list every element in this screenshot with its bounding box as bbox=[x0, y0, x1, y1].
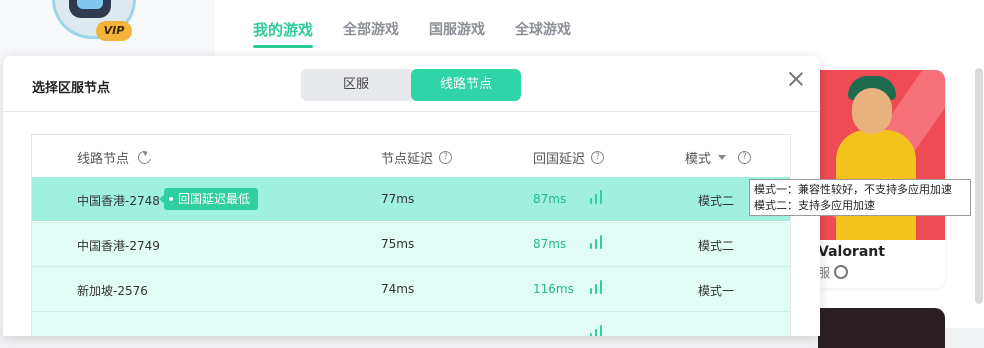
tab-cn-games[interactable]: 国服游戏 bbox=[429, 19, 485, 48]
col-node-label: 线路节点 bbox=[77, 152, 130, 167]
help-icon[interactable]: ? bbox=[439, 151, 453, 164]
col-return-latency: 回国延迟 ? bbox=[533, 148, 605, 167]
col-node-latency-label: 节点延迟 bbox=[381, 152, 434, 167]
table-row[interactable]: 新加坡-2576 74ms 116ms 模式一 bbox=[32, 267, 790, 311]
divider bbox=[3, 111, 820, 112]
close-icon[interactable] bbox=[786, 69, 806, 89]
mode: 模式二 bbox=[698, 194, 735, 208]
segment-route-node[interactable]: 线路节点 bbox=[411, 69, 521, 101]
segment-control: 区服 线路节点 bbox=[301, 69, 521, 101]
node-table: 线路节点 节点延迟 ? 回国延迟 ? 模式 ? 中国香港-2748 回国延迟最低… bbox=[31, 134, 791, 336]
game-card-next[interactable] bbox=[818, 308, 945, 348]
caret-down-icon[interactable] bbox=[718, 155, 727, 160]
tooltip-line-2: 模式二：支持多应用加速 bbox=[754, 199, 875, 212]
signal-icon bbox=[590, 190, 604, 204]
table-header: 线路节点 节点延迟 ? 回国延迟 ? 模式 ? bbox=[32, 135, 790, 177]
table-row[interactable]: 中国香港-2748 回国延迟最低 77ms 87ms 模式二 bbox=[32, 177, 790, 221]
return-latency: 87ms bbox=[533, 192, 567, 206]
col-node-latency: 节点延迟 ? bbox=[381, 148, 453, 167]
help-icon[interactable]: ? bbox=[738, 151, 752, 164]
gear-icon[interactable] bbox=[834, 265, 849, 279]
node-name: 中国香港-2748 bbox=[77, 194, 160, 208]
col-return-latency-label: 回国延迟 bbox=[533, 152, 586, 167]
game-region: 服 bbox=[818, 264, 849, 281]
col-node: 线路节点 bbox=[77, 148, 154, 167]
dialog-title: 选择区服节点 bbox=[32, 81, 111, 96]
lowest-latency-badge: 回国延迟最低 bbox=[158, 188, 259, 210]
robot-face-icon bbox=[69, 0, 111, 18]
mode: 模式二 bbox=[698, 239, 735, 253]
col-mode: 模式 ? bbox=[685, 148, 752, 167]
table-row[interactable] bbox=[32, 312, 790, 336]
scrollbar[interactable] bbox=[975, 68, 983, 304]
segment-server[interactable]: 区服 bbox=[301, 69, 411, 101]
node-name: 中国香港-2749 bbox=[77, 239, 160, 253]
signal-icon bbox=[590, 280, 604, 294]
col-mode-label: 模式 bbox=[685, 152, 712, 167]
return-latency: 87ms bbox=[533, 237, 567, 251]
game-tabs: 我的游戏 全部游戏 国服游戏 全球游戏 bbox=[253, 19, 601, 48]
signal-icon bbox=[590, 235, 604, 249]
return-latency: 116ms bbox=[533, 282, 574, 296]
select-node-dialog: 选择区服节点 区服 线路节点 线路节点 节点延迟 ? 回国延迟 ? 模式 ? 中… bbox=[3, 56, 820, 336]
refresh-icon[interactable] bbox=[135, 148, 154, 167]
mode: 模式一 bbox=[698, 284, 735, 298]
vip-badge: VIP bbox=[96, 21, 132, 41]
help-icon[interactable]: ? bbox=[591, 151, 605, 164]
node-latency: 74ms bbox=[381, 282, 415, 296]
tooltip-line-1: 模式一：兼容性较好，不支持多应用加速 bbox=[754, 183, 952, 196]
table-row[interactable]: 中国香港-2749 75ms 87ms 模式二 bbox=[32, 222, 790, 266]
signal-icon bbox=[590, 325, 604, 336]
game-title: Valorant bbox=[818, 244, 885, 260]
tab-all-games[interactable]: 全部游戏 bbox=[343, 19, 399, 48]
mode-tooltip: 模式一：兼容性较好，不支持多应用加速 模式二：支持多应用加速 bbox=[749, 179, 971, 216]
node-name: 新加坡-2576 bbox=[77, 284, 148, 298]
node-latency: 77ms bbox=[381, 192, 415, 206]
tab-my-games[interactable]: 我的游戏 bbox=[253, 19, 314, 48]
node-latency: 75ms bbox=[381, 237, 415, 251]
tab-global-games[interactable]: 全球游戏 bbox=[515, 19, 571, 48]
